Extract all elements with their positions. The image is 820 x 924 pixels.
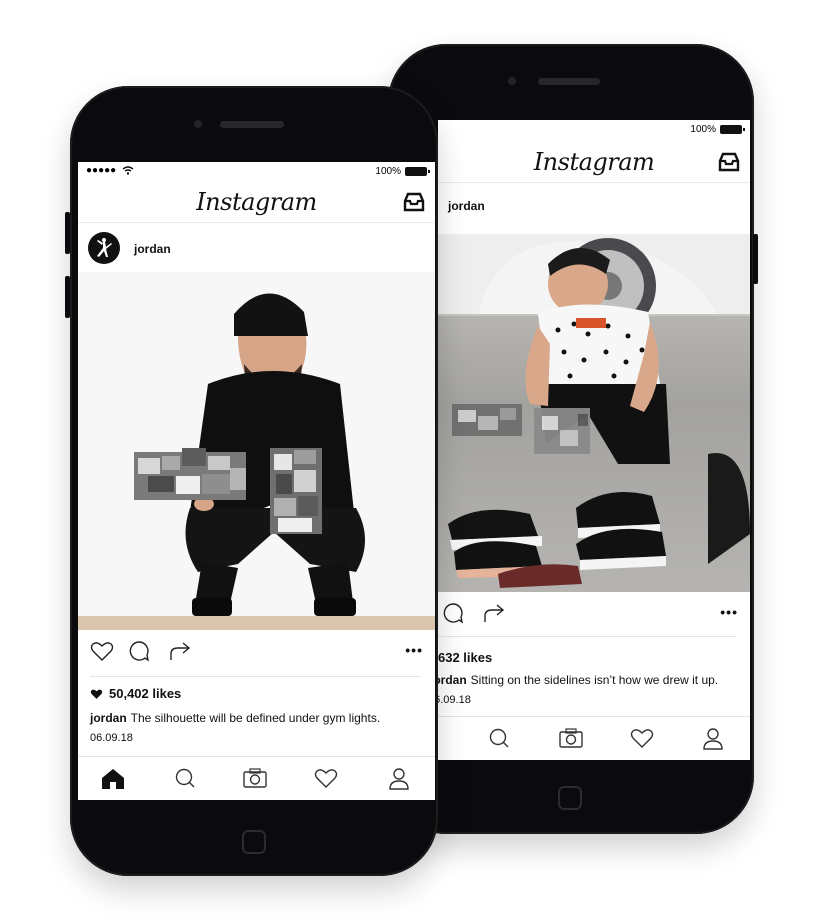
- back-post-username[interactable]: jordan: [448, 199, 485, 213]
- back-post-date: 06.09.18: [438, 694, 471, 706]
- front-phone-volume-down: [65, 276, 70, 318]
- back-post-actions: •••: [438, 594, 750, 632]
- front-caption-text: The silhouette will be defined under gym…: [130, 711, 381, 725]
- back-phone: 100% Instagram jordan ••• 632 likes rdan…: [388, 44, 758, 834]
- front-actions-divider: [90, 676, 421, 677]
- front-header: Instagram: [78, 184, 435, 223]
- front-tab-bar: [78, 756, 435, 800]
- front-status-bar: ●●●●● 100%: [78, 162, 435, 184]
- back-battery-percent: 100%: [690, 124, 716, 135]
- more-icon[interactable]: •••: [405, 642, 423, 658]
- back-photo-scene: [438, 234, 750, 592]
- camera-icon[interactable]: [558, 727, 584, 749]
- front-post-photo[interactable]: [78, 272, 435, 630]
- front-phone-speaker: [220, 121, 284, 128]
- front-battery-percent: 100%: [375, 166, 401, 177]
- back-phone-speaker: [538, 78, 600, 85]
- back-phone-front-camera: [508, 77, 516, 85]
- back-caption-username[interactable]: jordan: [438, 673, 467, 687]
- jumpman-logo-icon: [97, 238, 112, 257]
- back-tab-bar: [438, 716, 750, 760]
- camera-icon[interactable]: [242, 767, 268, 789]
- front-phone-screen: ●●●●● 100% Instagram jordan ••• 50,402 l…: [78, 162, 435, 800]
- back-likes-count: 632 likes: [438, 650, 492, 665]
- front-post-header: jordan: [78, 224, 435, 272]
- front-phone-volume-up: [65, 212, 70, 254]
- front-post-actions: •••: [78, 632, 435, 670]
- avatar[interactable]: [88, 232, 120, 264]
- back-phone-home-button[interactable]: [558, 786, 582, 810]
- front-post-date: 06.09.18: [90, 732, 133, 744]
- back-post-photo[interactable]: [438, 234, 750, 592]
- front-caption: jordan The silhouette will be defined und…: [90, 711, 380, 725]
- share-icon[interactable]: [482, 602, 506, 624]
- front-phone: ●●●●● 100% Instagram jordan ••• 50,402 l…: [65, 86, 438, 876]
- battery-icon: [405, 167, 430, 176]
- heart-icon[interactable]: [90, 640, 114, 662]
- wifi-icon: [122, 166, 134, 175]
- back-phone-screen: 100% Instagram jordan ••• 632 likes rdan…: [438, 120, 750, 760]
- home-icon[interactable]: [100, 767, 126, 791]
- activity-heart-icon[interactable]: [630, 727, 654, 749]
- front-post-username[interactable]: jordan: [134, 242, 171, 256]
- back-phone-side-button: [753, 234, 758, 284]
- front-photo-scene: [78, 272, 435, 630]
- search-icon[interactable]: [174, 767, 196, 789]
- heart-filled-icon: [90, 689, 103, 699]
- back-header: Instagram: [438, 144, 750, 183]
- front-caption-username[interactable]: jordan: [90, 711, 127, 725]
- share-icon[interactable]: [168, 640, 192, 662]
- back-likes-text: 632 likes: [438, 650, 493, 665]
- front-phone-front-camera: [194, 120, 202, 128]
- inbox-icon[interactable]: [718, 152, 740, 172]
- back-caption-text: Sitting on the sidelines isn’t how we dr…: [470, 673, 719, 687]
- back-post-header: jordan: [438, 183, 750, 227]
- more-icon[interactable]: •••: [720, 604, 738, 620]
- search-icon[interactable]: [488, 727, 510, 749]
- front-likes-count: 50,402 likes: [90, 686, 181, 701]
- comment-icon[interactable]: [128, 640, 150, 662]
- back-brand-logo: Instagram: [533, 148, 655, 176]
- front-phone-home-button[interactable]: [242, 830, 266, 854]
- front-likes-text: 50,402 likes: [109, 686, 182, 701]
- profile-icon[interactable]: [388, 767, 410, 791]
- profile-icon[interactable]: [702, 727, 724, 751]
- comment-icon[interactable]: [442, 602, 464, 624]
- back-actions-divider: [438, 636, 736, 637]
- front-brand-logo: Instagram: [196, 188, 317, 216]
- back-caption: jordanSitting on the sidelines isn’t how…: [438, 673, 718, 687]
- back-status-bar: 100%: [438, 120, 750, 142]
- inbox-icon[interactable]: [403, 192, 425, 212]
- signal-icon: ●●●●●: [86, 165, 117, 176]
- activity-heart-icon[interactable]: [314, 767, 338, 789]
- battery-icon: [720, 125, 745, 134]
